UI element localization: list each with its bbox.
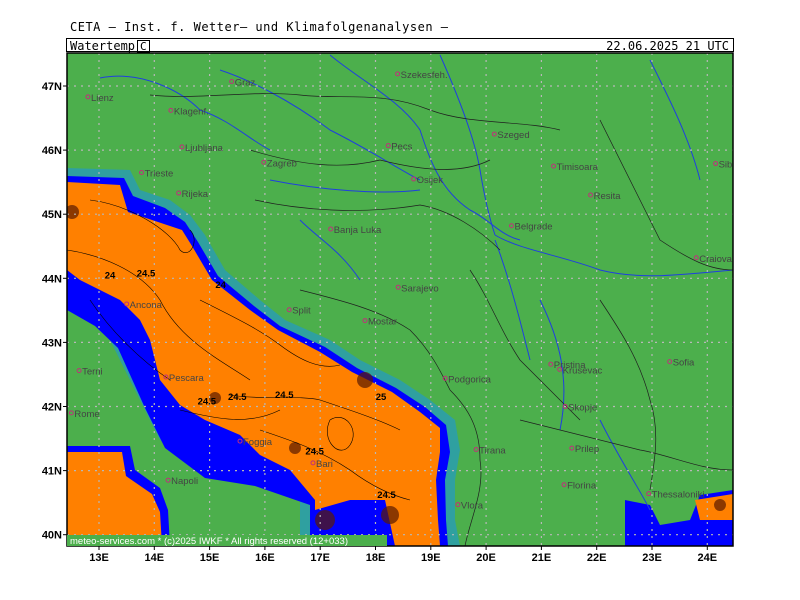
lon-label: 13E — [89, 552, 109, 564]
city-label: Terni — [82, 367, 103, 378]
isotherm-value-label: 24.5 — [137, 268, 156, 279]
city-label: Thessaloniki — [652, 490, 705, 501]
copyright-text: meteo-services.com * (c)2025 IWKF * All … — [70, 536, 348, 547]
city-label: Florina — [567, 481, 597, 492]
water-temperature-map: Graz Szekesfeh. Lienz Klagenf. Szeged Ljublja… — [42, 52, 740, 564]
lon-label: 14E — [145, 552, 165, 564]
city-label: Osijek — [417, 175, 444, 186]
latitude-labels: 47N 46N 45N 44N 43N 42N 41N 40N — [42, 81, 67, 542]
city-label: Podgorica — [448, 374, 491, 385]
lon-label: 17E — [310, 552, 330, 564]
city-label: Foggia — [243, 437, 273, 448]
city-label: Napoli — [171, 476, 198, 487]
city-label: Rome — [74, 409, 99, 420]
lon-label: 24E — [698, 552, 718, 564]
lon-label: 21E — [532, 552, 552, 564]
city-label: Ljubljana — [185, 143, 224, 154]
city-label: Prilep — [575, 444, 599, 455]
lon-label: 22E — [587, 552, 607, 564]
isotherm-value-label: 24.5 — [305, 447, 324, 458]
isotherm-value-label: 24 — [105, 270, 116, 281]
city-label: Skopje — [568, 403, 597, 414]
lat-label: 45N — [42, 209, 62, 221]
city-label: Split — [292, 306, 311, 317]
lon-label: 19E — [421, 552, 441, 564]
isotherm-value-label: 24.5 — [228, 392, 247, 403]
lat-label: 43N — [42, 337, 62, 349]
lon-label: 18E — [366, 552, 386, 564]
city-label: Banja Luka — [334, 225, 382, 236]
city-label: Sofia — [673, 358, 695, 369]
city-label: Zagreb — [267, 158, 297, 169]
city-label: Pescara — [169, 373, 205, 384]
city-label: Sibiu — [719, 160, 740, 171]
isotherm-value-label: 25 — [376, 392, 387, 403]
lat-label: 40N — [42, 530, 62, 542]
city-label: Tirana — [479, 445, 506, 456]
city-label: Lienz — [91, 93, 114, 104]
city-label: Szeged — [497, 130, 529, 141]
city-label: Timisoara — [557, 162, 599, 173]
city-label: Mostar — [368, 317, 397, 328]
lon-label: 23E — [642, 552, 662, 564]
lat-label: 41N — [42, 466, 62, 478]
isotherm-value-label: 24 — [215, 280, 226, 291]
longitude-labels: 13E 14E 15E 16E 17E 18E 19E 20E 21E 22E 23E 24E — [89, 546, 717, 564]
lat-label: 42N — [42, 402, 62, 414]
isotherm-value-label: 24.5 — [275, 390, 294, 401]
isotherm-value-label: 24.5 — [198, 397, 217, 408]
lon-label: 20E — [476, 552, 496, 564]
lon-label: 15E — [200, 552, 220, 564]
city-label: Sarajevo — [401, 283, 439, 294]
isotherm-value-label: 24.5 — [377, 490, 396, 501]
city-label: Rijeka — [182, 189, 209, 200]
city-label: Klagenf. — [174, 106, 209, 117]
lat-label: 44N — [42, 273, 62, 285]
city-label: Krusevac — [563, 365, 603, 376]
lat-label: 46N — [42, 145, 62, 157]
city-label: Belgrade — [515, 222, 553, 233]
city-label: Resita — [594, 191, 622, 202]
city-label: Vlora — [461, 501, 484, 512]
city-label: Ancona — [130, 300, 163, 311]
city-label: Graz — [235, 78, 256, 89]
city-label: Craiova — [699, 254, 732, 265]
lon-label: 16E — [255, 552, 275, 564]
city-label: Trieste — [145, 169, 174, 180]
lat-label: 47N — [42, 81, 62, 93]
city-label: Szekesfeh. — [401, 70, 448, 81]
city-label: Pecs — [391, 142, 412, 153]
city-label: Bari — [316, 459, 333, 470]
